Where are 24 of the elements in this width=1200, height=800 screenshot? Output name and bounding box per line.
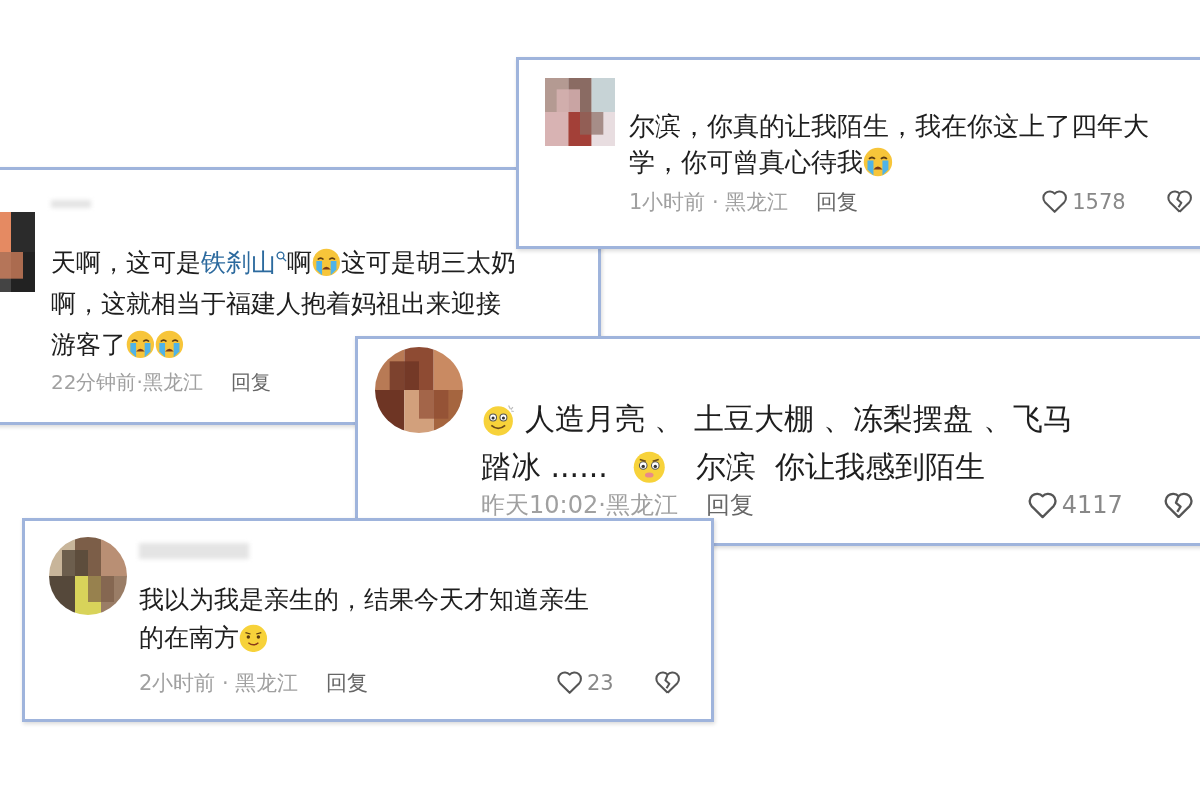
like-count: 23 [586, 671, 614, 695]
comment-time: 昨天10:02·黑龙江 [481, 491, 678, 520]
comment-time: 1小时前 · 黑龙江 [629, 189, 789, 216]
comment-text: 人造月亮 、 土豆大棚 、冻梨摆盘 、飞马 [524, 400, 1073, 438]
comment-text: 游客了 [51, 329, 126, 361]
comment-text: 尔滨 你让我感到陌生 [696, 448, 986, 486]
comment-text: 啊 [287, 247, 313, 279]
comment-time: 2小时前 · 黑龙江 [139, 670, 299, 697]
comment-text: 我以为我是亲生的，结果今天才知道亲生 [139, 584, 589, 616]
comment-text: 的在南方 [139, 622, 239, 654]
reply-button[interactable]: 回复 [705, 491, 754, 520]
comment-text: 踏冰 ...... [481, 448, 608, 486]
comment-text: 这可是胡三太奶 [341, 247, 516, 279]
like-count: 1578 [1072, 190, 1126, 214]
reply-button[interactable]: 回复 [326, 669, 369, 697]
like-count: 4117 [1061, 491, 1123, 520]
topic-link[interactable]: 铁刹山 [201, 242, 276, 283]
comment-text: 尔滨，你真的让我陌生，我在你这上了四年大 [629, 110, 1149, 143]
comment-text: 学，你可曾真心待我 [629, 146, 863, 179]
comment-text: 啊，这就相当于福建人抱着妈祖出来迎接 [51, 288, 501, 320]
reply-button[interactable]: 回复 [230, 369, 271, 396]
comment-time: 22分钟前·黑龙江 [51, 369, 203, 396]
comment-text: 天啊，这可是 [51, 247, 201, 279]
reply-button[interactable]: 回复 [816, 188, 859, 216]
